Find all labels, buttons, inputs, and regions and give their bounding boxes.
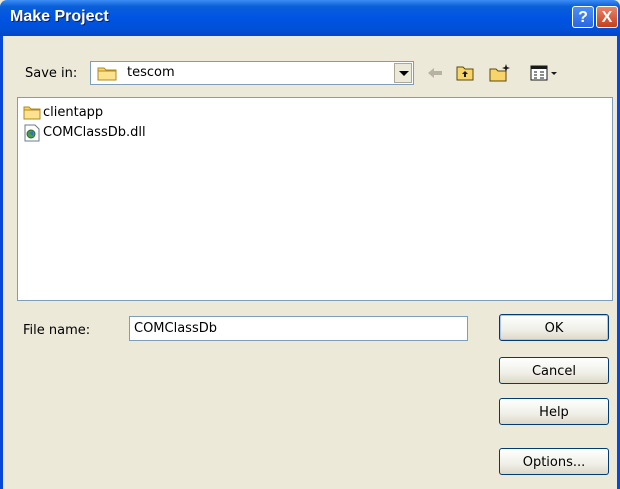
help-button[interactable]: Help (499, 398, 609, 425)
save-in-value: tescom (127, 65, 175, 80)
list-item-label: COMClassDb.dll (43, 125, 146, 140)
help-title-button[interactable]: ? (572, 6, 594, 28)
close-button[interactable]: X (596, 6, 618, 28)
dropdown-arrow-button[interactable] (394, 63, 412, 83)
ok-button[interactable]: OK (499, 314, 609, 341)
folder-icon (97, 65, 117, 85)
save-in-label: Save in: (25, 66, 78, 81)
new-folder-icon[interactable] (489, 63, 511, 83)
save-in-combobox[interactable]: tescom (90, 61, 414, 85)
window-frame-left (0, 36, 3, 489)
view-menu-icon[interactable] (530, 63, 558, 83)
title-bar[interactable]: Make Project ? X (0, 0, 620, 36)
dll-file-icon (23, 124, 41, 146)
file-name-input[interactable] (129, 316, 468, 341)
file-list[interactable]: clientapp COMClassDb.dll (17, 97, 613, 301)
up-folder-icon[interactable] (455, 63, 475, 83)
folder-icon (23, 104, 41, 124)
list-item-label: clientapp (43, 105, 104, 120)
options-button[interactable]: Options... (499, 448, 609, 475)
cancel-button[interactable]: Cancel (499, 357, 609, 384)
window-title: Make Project (10, 8, 109, 25)
file-name-label: File name: (23, 323, 91, 338)
back-arrow-icon[interactable] (426, 63, 444, 83)
